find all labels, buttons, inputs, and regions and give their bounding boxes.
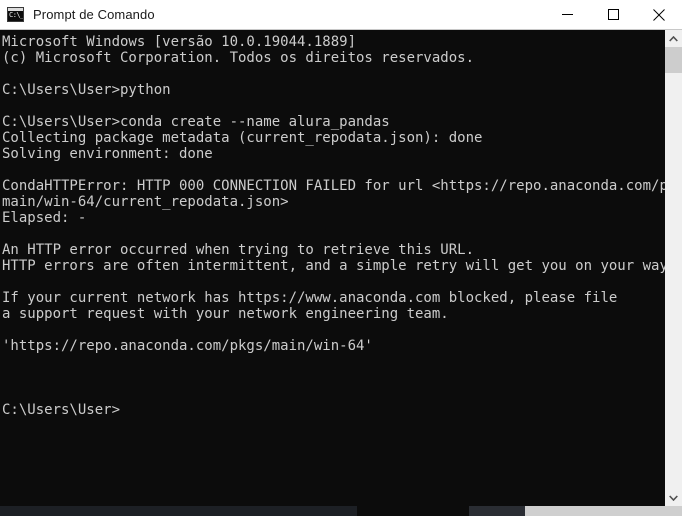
scroll-down-arrow-icon[interactable] (665, 489, 682, 506)
window-controls (544, 0, 682, 30)
command-prompt-window: C:\_ Prompt de Comando Microsoft Windows… (0, 0, 682, 516)
title-bar-left: C:\_ Prompt de Comando (0, 7, 544, 22)
title-bar[interactable]: C:\_ Prompt de Comando (0, 0, 682, 30)
scroll-up-arrow-icon[interactable] (665, 30, 682, 47)
window-bottom-edge (525, 506, 682, 516)
maximize-button[interactable] (590, 0, 636, 30)
console-output-area[interactable]: Microsoft Windows [versão 10.0.19044.188… (0, 30, 665, 506)
vertical-scrollbar[interactable] (665, 30, 682, 506)
window-title: Prompt de Comando (33, 7, 155, 22)
horizontal-scrollbar-track-end[interactable] (469, 506, 525, 516)
cmd-console-icon: C:\_ (7, 7, 24, 22)
close-button[interactable] (636, 0, 682, 30)
minimize-button[interactable] (544, 0, 590, 30)
vertical-scrollbar-thumb[interactable] (665, 47, 682, 73)
horizontal-scrollbar-thumb[interactable] (357, 506, 469, 516)
cmd-icon-glyph: C:\_ (9, 11, 24, 19)
scrollbar-corner (665, 506, 682, 516)
console-text: Microsoft Windows [versão 10.0.19044.188… (2, 34, 665, 418)
